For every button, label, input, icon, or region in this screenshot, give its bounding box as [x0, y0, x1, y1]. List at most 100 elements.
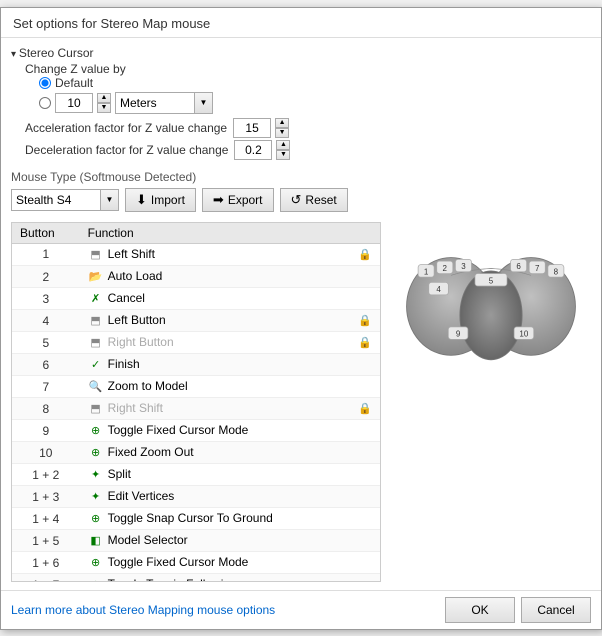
- func-icon: ⬒: [88, 246, 104, 262]
- lock-icon: 🔒: [358, 402, 372, 415]
- mouse-model-arrow[interactable]: ▼: [101, 189, 119, 211]
- default-radio-row: Default: [39, 76, 591, 90]
- function-cell: ✓ Finish: [80, 354, 380, 376]
- function-text: Left Shift: [108, 247, 155, 261]
- table-row[interactable]: 6 ✓ Finish: [12, 354, 380, 376]
- button-number: 6: [12, 354, 80, 376]
- mouse-diagram: 1 2 3 4 6 7 8 5: [391, 222, 591, 382]
- function-text: Left Button: [108, 313, 166, 327]
- func-icon: ◧: [88, 532, 104, 548]
- button-number: 5: [12, 332, 80, 354]
- button-number: 1 + 2: [12, 464, 80, 486]
- accel-label: Acceleration factor for Z value change: [25, 121, 227, 135]
- button-number: 8: [12, 398, 80, 420]
- mouse-type-label: Mouse Type (Softmouse Detected): [11, 170, 591, 184]
- table-row[interactable]: 2📂Auto Load: [12, 266, 380, 288]
- decel-input[interactable]: 0.2: [234, 140, 272, 160]
- function-text: Split: [108, 467, 131, 481]
- cancel-button[interactable]: Cancel: [521, 597, 591, 623]
- button-number: 1: [12, 243, 80, 266]
- stereo-cursor-header: Stereo Cursor: [11, 46, 591, 60]
- accel-input[interactable]: 15: [233, 118, 271, 138]
- dialog-body: Stereo Cursor Change Z value by Default …: [1, 38, 601, 590]
- function-cell: ⬒ Left Shift 🔒: [80, 244, 380, 266]
- function-text: Toggle Terrain Following: [108, 577, 237, 582]
- col-button-header: Button: [12, 223, 80, 244]
- mouse-svg: 1 2 3 4 6 7 8 5: [391, 222, 591, 382]
- accel-spinner: 15 ▲ ▼: [233, 118, 289, 138]
- z-spinner-group: 10 ▲ ▼ Meters ▼: [55, 92, 213, 114]
- function-text: Model Selector: [108, 533, 188, 547]
- svg-text:1: 1: [424, 267, 429, 276]
- function-text: Finish: [108, 357, 140, 371]
- accel-increment[interactable]: ▲: [275, 118, 289, 128]
- units-input[interactable]: Meters: [115, 92, 195, 114]
- decel-decrement[interactable]: ▼: [276, 150, 290, 160]
- svg-text:6: 6: [516, 262, 521, 271]
- export-button[interactable]: ➡ Export: [202, 188, 274, 212]
- function-text: Right Button: [108, 335, 174, 349]
- function-cell: ⊕Toggle Fixed Cursor Mode: [80, 552, 380, 574]
- function-cell: 🔍 Zoom to Model: [80, 376, 380, 398]
- func-icon: 🔍: [88, 378, 104, 394]
- import-icon: ⬇: [136, 192, 147, 208]
- z-value-input[interactable]: 10: [55, 93, 93, 113]
- default-radio[interactable]: [39, 77, 51, 89]
- table-row[interactable]: 4⬒Left Button🔒: [12, 310, 380, 332]
- func-icon: ✓: [88, 356, 104, 372]
- table-row[interactable]: 9⊕Toggle Fixed Cursor Mode: [12, 420, 380, 442]
- learn-more-link[interactable]: Learn more about Stereo Mapping mouse op…: [11, 603, 275, 617]
- reset-icon: ↺: [291, 192, 302, 208]
- func-icon: ⬒: [88, 312, 104, 328]
- z-increment-btn[interactable]: ▲: [97, 93, 111, 103]
- import-button[interactable]: ⬇ Import: [125, 188, 196, 212]
- button-table-container[interactable]: Button Function 1⬒Left Shift🔒2📂Auto Load…: [11, 222, 381, 582]
- table-row[interactable]: 5⬒Right Button🔒: [12, 332, 380, 354]
- table-row[interactable]: 7🔍Zoom to Model: [12, 376, 380, 398]
- custom-radio[interactable]: [39, 97, 51, 109]
- table-row[interactable]: 1 + 6⊕Toggle Fixed Cursor Mode: [12, 552, 380, 574]
- default-label: Default: [55, 76, 93, 90]
- table-row[interactable]: 1 + 3✦Edit Vertices: [12, 486, 380, 508]
- table-row[interactable]: 1 + 7 ⊕ Toggle Terrain Following: [12, 574, 380, 582]
- table-row[interactable]: 1 + 4⊕Toggle Snap Cursor To Ground: [12, 508, 380, 530]
- z-decrement-btn[interactable]: ▼: [97, 103, 111, 113]
- dialog-footer: Learn more about Stereo Mapping mouse op…: [1, 590, 601, 629]
- button-number: 1 + 7: [12, 574, 80, 582]
- table-row[interactable]: 1 + 5◧Model Selector: [12, 530, 380, 552]
- table-row[interactable]: 3✗Cancel: [12, 288, 380, 310]
- custom-radio-row: 10 ▲ ▼ Meters ▼: [39, 92, 591, 114]
- accel-decrement[interactable]: ▼: [275, 128, 289, 138]
- function-cell: ⬒Right Shift🔒: [80, 398, 380, 420]
- decel-increment[interactable]: ▲: [276, 140, 290, 150]
- table-row[interactable]: 1 + 2✦Split: [12, 464, 380, 486]
- units-combo: Meters ▼: [115, 92, 213, 114]
- function-cell: ⊕Fixed Zoom Out: [80, 442, 380, 464]
- svg-text:4: 4: [436, 285, 441, 294]
- function-cell: ⬒Right Button🔒: [80, 332, 380, 354]
- func-icon: ⬒: [88, 400, 104, 416]
- func-icon: ⊕: [88, 444, 104, 460]
- function-cell: ⊕Toggle Snap Cursor To Ground: [80, 508, 380, 530]
- function-text: Toggle Snap Cursor To Ground: [108, 511, 273, 525]
- z-spinner-buttons: ▲ ▼: [97, 93, 111, 113]
- ok-button[interactable]: OK: [445, 597, 515, 623]
- reset-button[interactable]: ↺ Reset: [280, 188, 348, 212]
- units-dropdown-arrow[interactable]: ▼: [195, 92, 213, 114]
- function-text: Cancel: [108, 291, 145, 305]
- function-text: Zoom to Model: [108, 379, 188, 393]
- decel-row: Deceleration factor for Z value change 0…: [25, 140, 591, 160]
- button-number: 3: [12, 288, 80, 310]
- function-cell: ⬒Left Button🔒: [80, 310, 380, 332]
- func-icon: ⊕: [88, 576, 104, 582]
- table-row[interactable]: 1 ⬒ Left Shift 🔒: [12, 243, 380, 266]
- svg-text:8: 8: [554, 267, 559, 276]
- table-row[interactable]: 8⬒Right Shift🔒: [12, 398, 380, 420]
- main-content: Button Function 1⬒Left Shift🔒2📂Auto Load…: [11, 222, 591, 582]
- function-cell: ⊕Toggle Fixed Cursor Mode: [80, 420, 380, 442]
- button-number: 1 + 4: [12, 508, 80, 530]
- svg-text:10: 10: [519, 329, 528, 338]
- mouse-model-input[interactable]: Stealth S4: [11, 189, 101, 211]
- lock-icon: 🔒: [358, 248, 372, 261]
- table-row[interactable]: 10⊕Fixed Zoom Out: [12, 442, 380, 464]
